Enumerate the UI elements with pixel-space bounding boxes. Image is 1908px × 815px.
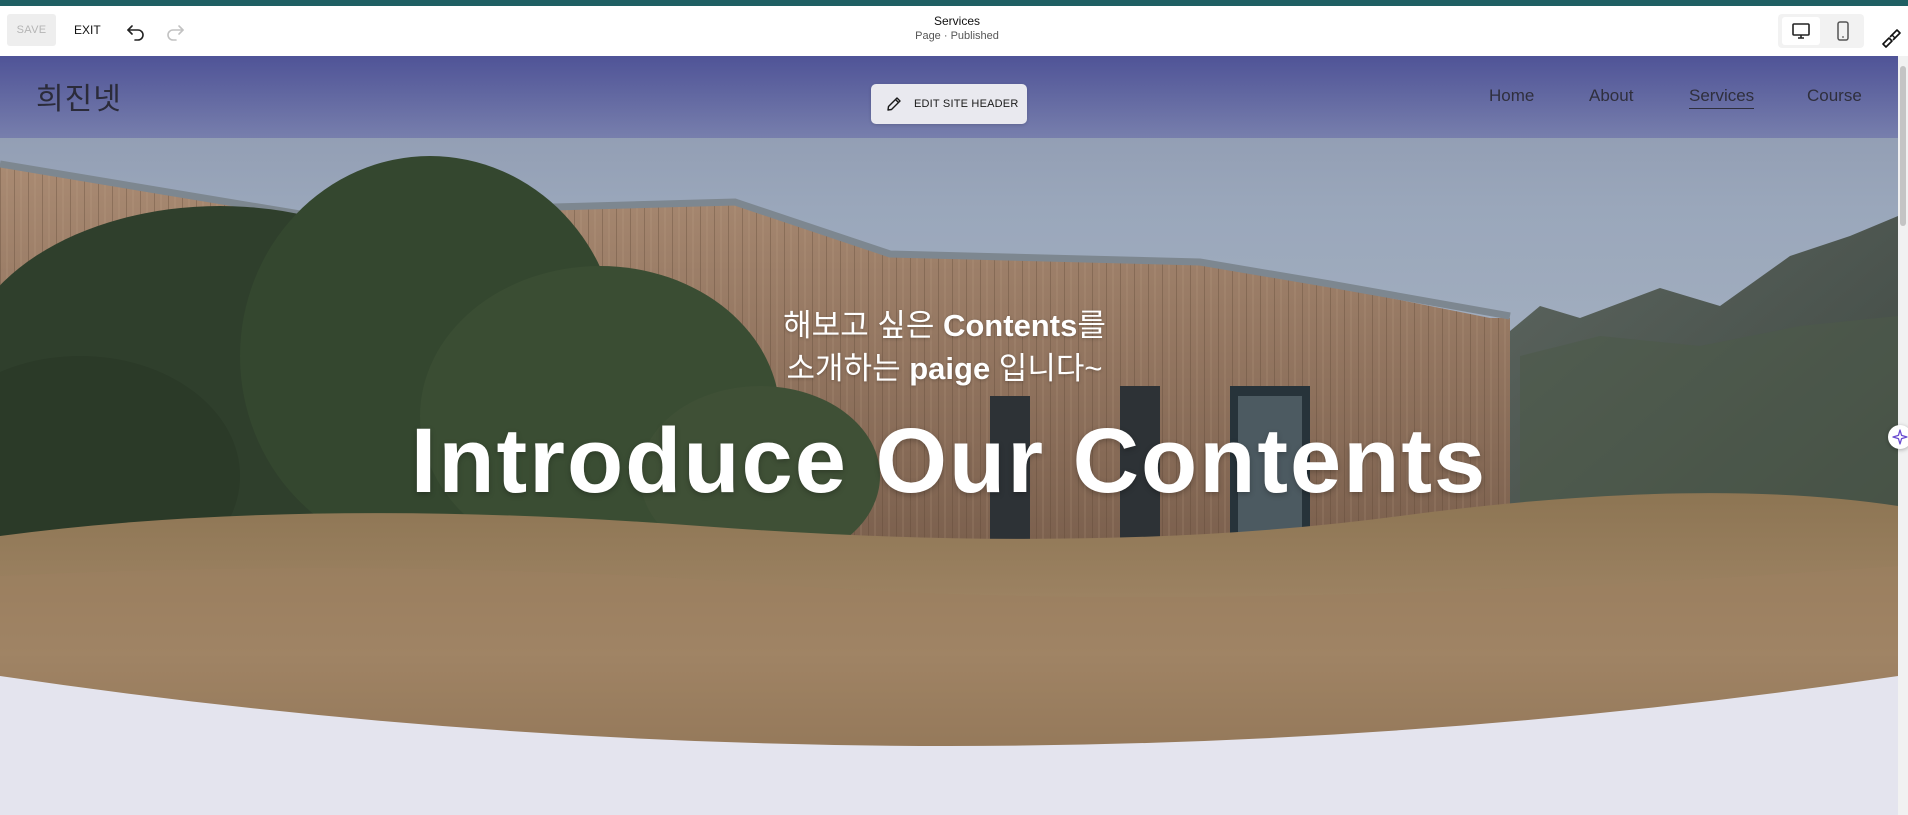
pencil-icon xyxy=(887,97,901,111)
hero-subtitle-line-2: 소개하는 paige 입니다~ xyxy=(786,351,1103,386)
site-canvas: 희진넷 EDIT SITE HEADER Home About Services… xyxy=(0,56,1898,815)
site-logo[interactable]: 희진넷 xyxy=(36,74,122,118)
hero-section[interactable]: 희진넷 EDIT SITE HEADER Home About Services… xyxy=(0,56,1898,815)
paint-brush-icon[interactable] xyxy=(1879,26,1901,48)
undo-icon[interactable] xyxy=(125,20,147,42)
edit-site-header-button[interactable]: EDIT SITE HEADER xyxy=(871,84,1027,124)
hero-subtitle[interactable]: 해보고 싶은 Contents를 소개하는 paige 입니다~ xyxy=(650,304,1239,390)
page-title: Services xyxy=(933,14,980,28)
scrollbar-thumb[interactable] xyxy=(1900,66,1906,226)
nav-link-course[interactable]: Course xyxy=(1807,86,1862,106)
mobile-icon xyxy=(1837,21,1849,41)
mobile-view-button[interactable] xyxy=(1824,17,1862,45)
nav-link-home[interactable]: Home xyxy=(1489,86,1534,106)
edit-site-header-label: EDIT SITE HEADER xyxy=(914,98,1019,110)
desktop-icon xyxy=(1792,23,1810,39)
site-header[interactable]: 희진넷 EDIT SITE HEADER Home About Services… xyxy=(0,56,1898,138)
page-status: Page · Published xyxy=(915,30,999,42)
nav-link-services[interactable]: Services xyxy=(1689,86,1755,109)
editor-toolbar: SAVE EXIT Services Page · Published xyxy=(0,6,1908,57)
hero-subtitle-line-1: 해보고 싶은 Contents를 xyxy=(783,308,1106,343)
desktop-view-button[interactable] xyxy=(1782,17,1820,45)
device-toggle xyxy=(1778,14,1864,48)
ai-assistant-button[interactable] xyxy=(1888,425,1908,449)
redo-icon[interactable] xyxy=(164,20,186,42)
sparkle-icon xyxy=(1892,429,1908,445)
save-button[interactable]: SAVE xyxy=(7,14,56,46)
hero-headline[interactable]: Introduce Our Contents xyxy=(240,406,1658,516)
page-title-group[interactable]: Services Page · Published xyxy=(834,14,1080,43)
nav-link-about[interactable]: About xyxy=(1589,86,1633,106)
exit-button[interactable]: EXIT xyxy=(74,14,101,46)
